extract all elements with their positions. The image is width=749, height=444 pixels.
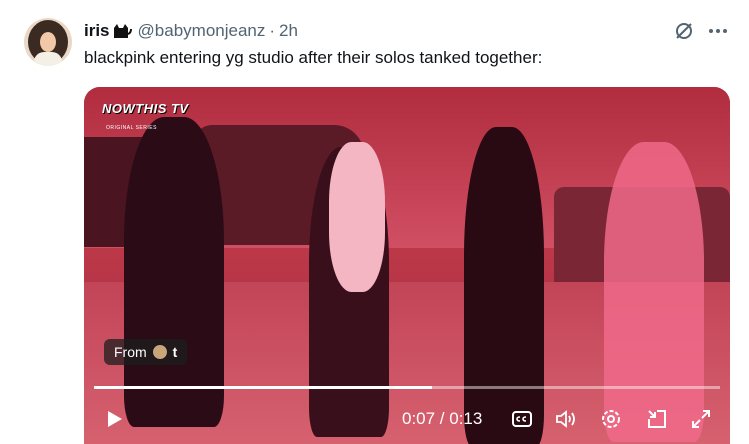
tweet-text: blackpink entering yg studio after their…	[84, 48, 543, 67]
progress-bar[interactable]	[94, 386, 720, 389]
user-handle[interactable]: @babymonjeanz	[138, 21, 266, 41]
avatar-body	[34, 52, 62, 66]
display-name[interactable]: iris	[84, 21, 110, 41]
gear-icon[interactable]	[599, 407, 623, 431]
play-icon[interactable]	[102, 407, 126, 431]
separator-dot: ·	[269, 21, 276, 40]
from-source-pill[interactable]: From t	[104, 339, 188, 365]
cat-emoji-icon	[112, 22, 132, 40]
from-label: From	[114, 344, 147, 360]
video-player[interactable]: NOWTHIS TV ORIGINAL SERIES From t 0:07 /…	[84, 87, 730, 444]
video-figure	[124, 117, 224, 427]
source-avatar	[152, 345, 167, 359]
video-watermark: NOWTHIS TV	[102, 101, 189, 116]
post-time[interactable]: 2h	[279, 21, 298, 41]
more-icon[interactable]	[707, 20, 729, 42]
progress-fill	[94, 386, 433, 389]
video-watermark-sub: ORIGINAL SERIES	[106, 125, 157, 131]
video-controls: 0:07 / 0:13	[84, 397, 730, 443]
pip-icon[interactable]	[645, 407, 669, 431]
grok-icon[interactable]	[673, 20, 695, 42]
from-source: t	[172, 344, 178, 360]
expand-icon[interactable]	[689, 407, 713, 431]
video-figure	[329, 142, 385, 292]
avatar-face	[40, 32, 56, 52]
time-readout: 0:07 / 0:13	[402, 409, 483, 428]
cc-icon[interactable]	[510, 407, 534, 431]
tweet-header: iris @babymonjeanz · 2h	[84, 20, 298, 42]
volume-icon[interactable]	[554, 407, 578, 431]
avatar[interactable]	[24, 18, 72, 66]
